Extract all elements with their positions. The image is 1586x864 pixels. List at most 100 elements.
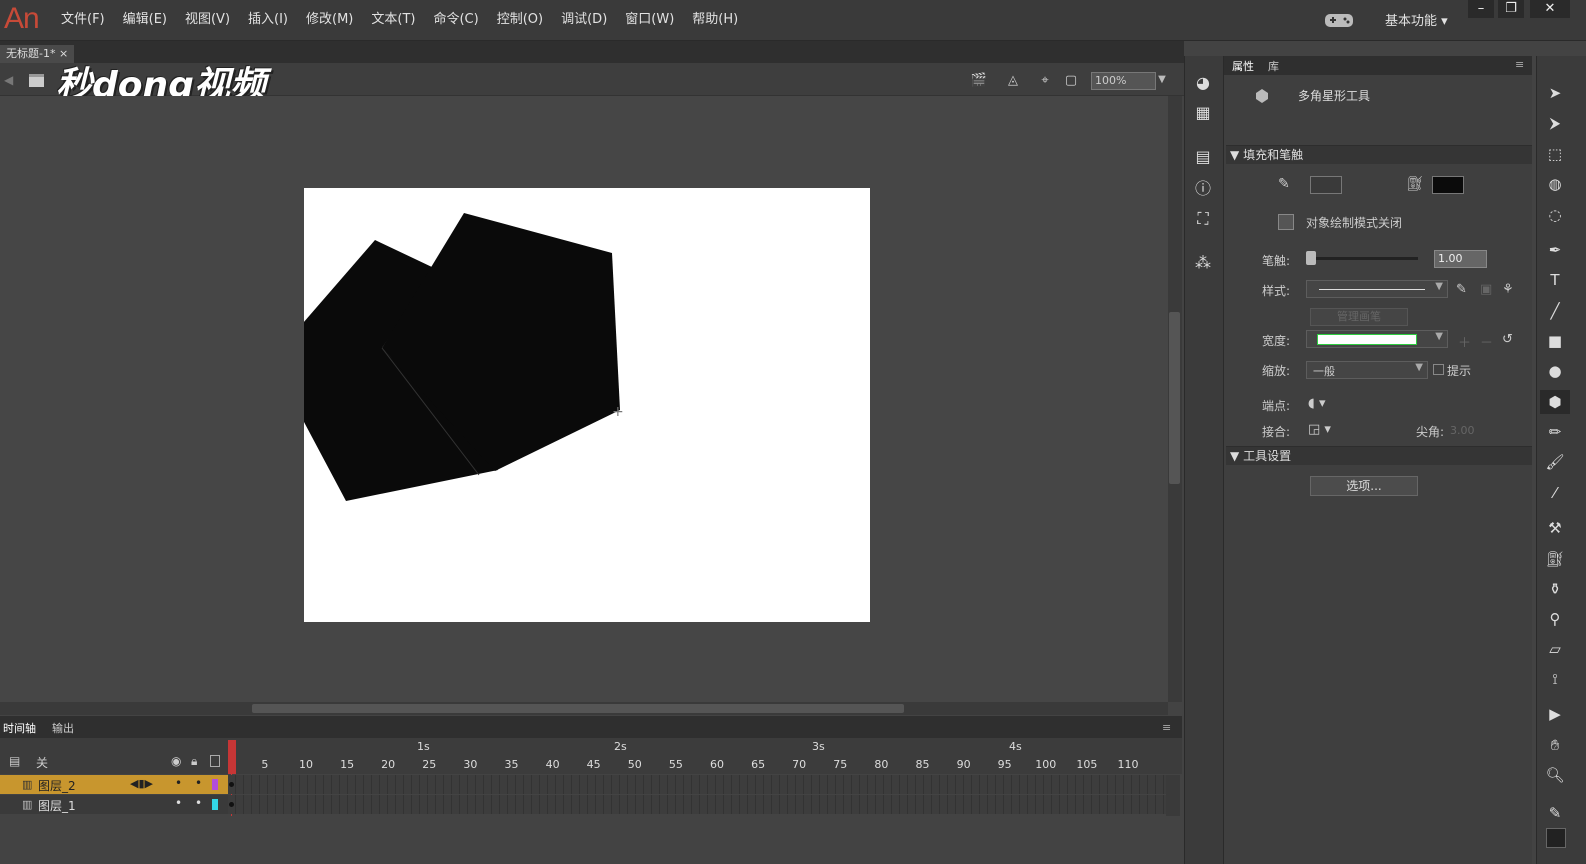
layer-name[interactable]: 图层_1: [38, 797, 76, 814]
clip-stage-icon[interactable]: ▢: [1062, 72, 1080, 90]
align-icon[interactable]: ▤: [1192, 146, 1214, 168]
tab-library[interactable]: 库: [1268, 58, 1279, 74]
menu-file[interactable]: 文件(F): [52, 11, 114, 29]
pen-tool-icon[interactable]: ✒: [1544, 239, 1566, 261]
layer-color-swatch[interactable]: [212, 799, 218, 810]
swatches-icon[interactable]: ▦: [1192, 102, 1214, 124]
vertical-scroll-thumb[interactable]: [1169, 312, 1180, 484]
remove-width-icon[interactable]: －: [1480, 332, 1493, 351]
components-icon[interactable]: ⁂: [1192, 252, 1214, 274]
edit-style-icon[interactable]: ✎: [1456, 282, 1467, 297]
visibility-dot[interactable]: •: [175, 776, 182, 790]
line-tool-icon[interactable]: ╱: [1544, 300, 1566, 322]
pencil-tool-icon[interactable]: ✏: [1544, 421, 1566, 443]
tab-properties[interactable]: 属性: [1232, 58, 1254, 74]
scene-clapper-icon[interactable]: [28, 72, 46, 88]
menu-edit[interactable]: 编辑(E): [114, 11, 176, 29]
back-arrow-icon[interactable]: ◀: [4, 73, 13, 87]
menu-debug[interactable]: 调试(D): [552, 11, 616, 29]
oval-tool-icon[interactable]: ●: [1544, 360, 1566, 382]
workspace-switcher[interactable]: 基本功能 ▾: [1385, 10, 1448, 29]
menu-window[interactable]: 窗口(W): [616, 11, 683, 29]
3d-rotation-tool-icon[interactable]: ◍: [1544, 173, 1566, 195]
options-button[interactable]: 选项...: [1310, 476, 1418, 496]
menu-help[interactable]: 帮助(H): [683, 11, 747, 29]
visibility-dot[interactable]: •: [175, 796, 182, 810]
layer-name[interactable]: 图层_2: [38, 777, 76, 794]
width-profile-dropdown[interactable]: ▼: [1306, 330, 1448, 348]
add-width-icon[interactable]: ＋: [1458, 332, 1471, 351]
style-dropdown[interactable]: ▼: [1306, 280, 1448, 298]
eye-icon[interactable]: ◉: [171, 754, 181, 768]
tab-timeline[interactable]: 时间轴: [3, 720, 36, 736]
menu-commands[interactable]: 命令(C): [424, 11, 487, 29]
panel-menu-icon[interactable]: ≡: [1162, 721, 1171, 734]
menu-modify[interactable]: 修改(M): [297, 11, 362, 29]
stroke-color-swatch[interactable]: [1310, 176, 1342, 194]
layer-row-1[interactable]: ▥ 图层_1 • •: [0, 795, 228, 814]
center-stage-icon[interactable]: ⌖: [1036, 72, 1054, 90]
lock-dot[interactable]: •: [195, 796, 202, 810]
frame-ruler[interactable]: 1s 2s 3s 4s 1510152025303540455055606570…: [228, 738, 1166, 774]
frames-row-layer-2[interactable]: [228, 775, 1166, 794]
playhead[interactable]: [228, 740, 236, 774]
eyedropper-tool-icon[interactable]: ⚲: [1544, 608, 1566, 630]
zoom-field[interactable]: 100%: [1091, 72, 1156, 90]
lock-icon[interactable]: 🔒︎: [191, 754, 197, 769]
keyframe[interactable]: [229, 802, 234, 807]
selection-tool-icon[interactable]: ➤: [1544, 82, 1566, 104]
edit-symbol-icon[interactable]: ◬: [1004, 72, 1022, 90]
paint-bucket-tool-icon[interactable]: ⛽︎: [1544, 548, 1566, 570]
menu-insert[interactable]: 插入(I): [239, 11, 297, 29]
section-tool-settings[interactable]: ▼ 工具设置: [1226, 446, 1532, 465]
close-button[interactable]: ✕: [1530, 0, 1570, 18]
restore-button[interactable]: ❐: [1498, 0, 1524, 18]
color-panel-icon[interactable]: ◕: [1192, 72, 1214, 94]
width-tool-icon[interactable]: ⟟: [1544, 668, 1566, 690]
scale-dropdown[interactable]: 一般 ▼: [1306, 361, 1428, 379]
fill-color-swatch[interactable]: [1432, 176, 1464, 194]
frames-row-layer-1[interactable]: [228, 795, 1166, 814]
layer-color-swatch[interactable]: [212, 779, 218, 790]
zoom-tool-icon[interactable]: 🔍︎: [1544, 764, 1566, 786]
timeline-scrollbar[interactable]: [1166, 775, 1180, 816]
bone-tool-icon[interactable]: ⚒: [1544, 517, 1566, 539]
camera-tool-icon[interactable]: ▶: [1544, 703, 1566, 725]
hand-tool-icon[interactable]: ✋︎: [1544, 734, 1566, 756]
join-style-dropdown[interactable]: ◲ ▾: [1308, 422, 1331, 437]
miter-value[interactable]: 3.00: [1450, 424, 1475, 437]
minimize-button[interactable]: –: [1468, 0, 1494, 18]
stroke-slider-knob[interactable]: [1306, 251, 1316, 265]
rectangle-tool-icon[interactable]: ■: [1544, 330, 1566, 352]
outline-icon[interactable]: [210, 755, 220, 767]
hint-checkbox[interactable]: [1433, 364, 1444, 375]
fill-color-tool-swatch[interactable]: [1546, 828, 1566, 848]
edit-scene-icon[interactable]: 🎬: [970, 72, 988, 90]
stroke-slider-track[interactable]: [1310, 257, 1418, 260]
reset-icon[interactable]: ↺: [1502, 332, 1513, 347]
paint-brush-tool-icon[interactable]: 🖌︎: [1544, 451, 1566, 473]
lock-dot[interactable]: •: [195, 776, 202, 790]
keyframe[interactable]: [229, 782, 234, 787]
gamepad-icon[interactable]: [1323, 9, 1357, 31]
polystar-tool-icon[interactable]: ⬢: [1544, 391, 1566, 413]
transform-icon[interactable]: ⛶: [1192, 208, 1214, 230]
layer-row-2[interactable]: ▥ 图层_2 ◀▮▶ • •: [0, 775, 228, 794]
lasso-tool-icon[interactable]: ◌: [1544, 204, 1566, 226]
eraser-tool-icon[interactable]: ▱: [1544, 638, 1566, 660]
brush-icon[interactable]: ⚘: [1502, 282, 1514, 297]
cap-style-dropdown[interactable]: ◖ ▾: [1308, 396, 1326, 411]
section-fill-stroke[interactable]: ▼ 填充和笔触: [1226, 145, 1532, 164]
stroke-size-field[interactable]: 1.00: [1434, 250, 1487, 268]
zoom-dropdown-icon[interactable]: ▼: [1154, 72, 1170, 88]
brush-tool-icon[interactable]: ⁄: [1544, 482, 1566, 504]
tab-output[interactable]: 输出: [52, 720, 74, 736]
panel-menu-icon[interactable]: ≡: [1515, 58, 1524, 71]
menu-view[interactable]: 视图(V): [176, 11, 239, 29]
motion-edit-icon[interactable]: ◀▮▶: [130, 777, 153, 790]
horizontal-scroll-thumb[interactable]: [252, 704, 904, 713]
brush-library-icon[interactable]: ▣: [1480, 282, 1492, 297]
object-draw-icon[interactable]: [1278, 214, 1294, 230]
menu-text[interactable]: 文本(T): [362, 11, 424, 29]
ink-bottle-tool-icon[interactable]: ⚱: [1544, 578, 1566, 600]
